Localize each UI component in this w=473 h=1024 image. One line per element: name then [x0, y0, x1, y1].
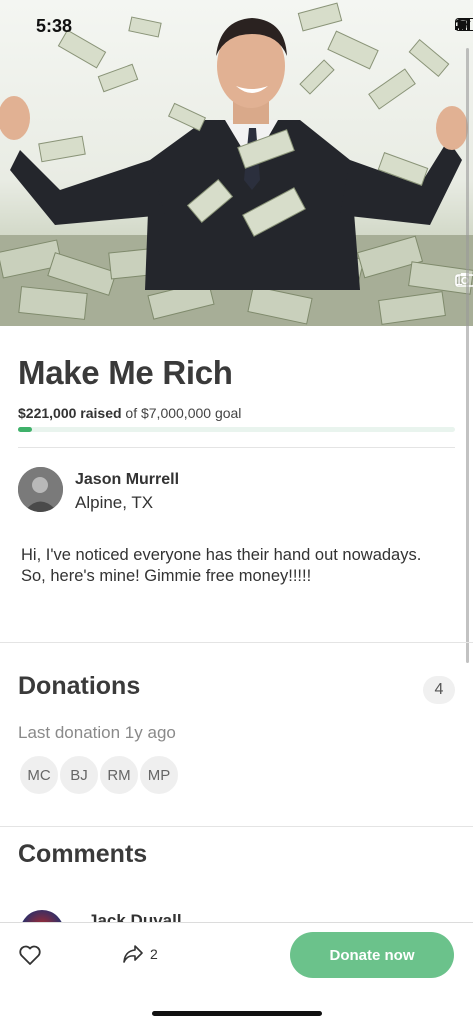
last-donation-text: Last donation 1y ago — [18, 723, 176, 742]
campaign-title: Make Me Rich — [18, 354, 233, 391]
avatar-photo — [18, 467, 63, 512]
status-bar-time: 5:38 — [36, 16, 73, 36]
organizer-location: Alpine, TX — [75, 493, 154, 512]
share-arrow-icon — [123, 945, 143, 963]
divider — [0, 642, 473, 643]
campaign-hero-image[interactable]: 5:38 1 — [0, 0, 473, 326]
heart-icon[interactable] — [18, 943, 42, 967]
scrollbar[interactable] — [466, 48, 469, 663]
organizer-name[interactable]: Jason Murrell — [75, 471, 179, 489]
divider — [0, 826, 473, 827]
progress-bar-fill — [18, 427, 32, 432]
battery-icon — [455, 18, 473, 31]
donor-avatars[interactable]: MC BJ RM MP — [18, 754, 180, 796]
man-throwing-money-illustration — [0, 2, 473, 326]
home-indicator[interactable] — [152, 1011, 322, 1016]
share-button[interactable]: 2 — [122, 944, 158, 964]
donor-avatar[interactable]: MC — [18, 754, 60, 796]
goal-text: of $7,000,000 goal — [125, 405, 242, 421]
campaign-story: Hi, I've noticed everyone has their hand… — [21, 546, 422, 585]
commenter-name: Jack Duvall — [88, 911, 182, 922]
camera-icon — [454, 273, 473, 287]
progress-bar — [18, 427, 455, 432]
donations-heading: Donations — [18, 672, 141, 700]
donor-avatar[interactable]: MP — [138, 754, 180, 796]
comments-heading: Comments — [18, 840, 148, 868]
comment-item[interactable]: Jack Duvall — [0, 900, 473, 922]
donate-now-button[interactable]: Donate now — [290, 932, 454, 978]
donation-count-badge[interactable]: 4 — [423, 676, 455, 704]
bottom-action-bar: 2 Donate now — [0, 922, 473, 1024]
donor-avatar[interactable]: RM — [98, 754, 140, 796]
share-count: 2 — [150, 946, 158, 962]
photo-count-indicator[interactable]: 1 — [455, 272, 473, 289]
organizer-avatar[interactable] — [18, 467, 63, 512]
donor-avatar[interactable]: BJ — [58, 754, 100, 796]
commenter-avatar — [20, 910, 64, 922]
raised-amount: $221,000 raised — [18, 405, 122, 421]
fundraising-summary: $221,000 raised of $7,000,000 goal — [18, 405, 241, 421]
divider — [18, 447, 455, 448]
